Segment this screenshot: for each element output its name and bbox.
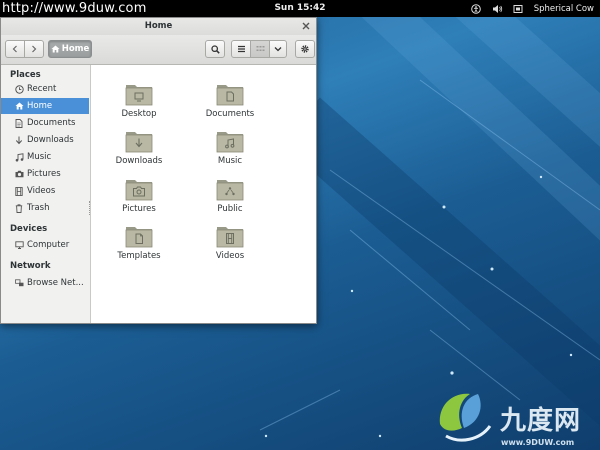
trash-icon: [14, 203, 24, 213]
folder-public-icon: [216, 180, 244, 201]
download-icon: [14, 135, 24, 145]
sidebar-item-label: Computer: [27, 240, 70, 250]
accessibility-icon[interactable]: [471, 3, 482, 14]
list-view-button[interactable]: [231, 40, 251, 58]
sidebar-item-music[interactable]: Music: [1, 149, 89, 165]
sidebar-item-recent[interactable]: Recent: [1, 81, 89, 97]
sidebar-item-label: Music: [27, 152, 52, 162]
file-manager-window: Home Home Places Recent Home Documents D…: [0, 17, 317, 324]
computer-icon: [14, 240, 24, 250]
folder-pictures[interactable]: Pictures: [104, 177, 174, 223]
home-icon: [51, 45, 60, 53]
sidebar-item-label: Videos: [27, 186, 56, 196]
view-options-button[interactable]: [269, 40, 287, 58]
chevron-left-icon: [12, 45, 17, 53]
sidebar-item-documents[interactable]: Documents: [1, 115, 89, 131]
file-label: Templates: [117, 251, 161, 261]
forward-button[interactable]: [24, 40, 44, 58]
close-window-button[interactable]: [300, 20, 312, 32]
path-bar-home-button[interactable]: Home: [48, 40, 92, 58]
back-button[interactable]: [5, 40, 25, 58]
sidebar-item-label: Home: [27, 101, 53, 111]
folder-music-icon: [216, 132, 244, 153]
folder-pictures-icon: [125, 180, 153, 201]
watermark-logo-text: 九度网: [500, 406, 582, 436]
file-label: Music: [217, 156, 243, 166]
file-view: Desktop Documents Downloads Music Pictur…: [91, 65, 316, 323]
close-icon: [302, 22, 310, 30]
folder-downloads-icon: [125, 132, 153, 153]
sidebar-item-home[interactable]: Home: [1, 98, 89, 114]
sidebar-item-pictures[interactable]: Pictures: [1, 166, 89, 182]
folder-downloads[interactable]: Downloads: [104, 129, 174, 175]
toolbar: Home: [1, 35, 316, 65]
top-panel: http://www.9duw.com Sun 15:42 Spherical …: [0, 0, 600, 17]
search-icon: [210, 44, 220, 54]
sidebar-item-label: Browse Net...: [27, 278, 84, 288]
clock-label: Sun 15:42: [274, 3, 326, 13]
sidebar-item-downloads[interactable]: Downloads: [1, 132, 89, 148]
user-icon[interactable]: [513, 3, 524, 14]
chevron-right-icon: [32, 45, 37, 53]
folder-music[interactable]: Music: [195, 129, 265, 175]
path-bar-home-label: Home: [61, 44, 90, 54]
file-label: Public: [217, 204, 243, 214]
folder-documents-icon: [216, 85, 244, 106]
film-icon: [14, 186, 24, 196]
music-icon: [14, 152, 24, 162]
folder-documents[interactable]: Documents: [195, 82, 265, 128]
sidebar-item-label: Trash: [27, 203, 50, 213]
sidebar-item-browse-network[interactable]: Browse Net...: [1, 275, 89, 291]
folder-templates-icon: [125, 227, 153, 248]
sidebar-item-trash[interactable]: Trash: [1, 200, 89, 216]
file-label: Pictures: [122, 204, 156, 214]
grid-icon: [256, 46, 264, 51]
folder-videos-icon: [216, 227, 244, 248]
folder-desktop[interactable]: Desktop: [104, 82, 174, 128]
window-titlebar[interactable]: Home: [1, 18, 316, 35]
sidebar: Places Recent Home Documents Downloads M…: [1, 65, 91, 323]
network-heading: Network: [10, 261, 51, 271]
home-icon: [14, 101, 24, 111]
settings-button[interactable]: [295, 40, 315, 58]
sidebar-item-label: Documents: [27, 118, 76, 128]
sidebar-item-label: Recent: [27, 84, 57, 94]
window-title: Home: [144, 21, 173, 31]
watermark-logo-url: www.9DUW.com: [501, 438, 575, 447]
folder-templates[interactable]: Templates: [104, 224, 174, 270]
sidebar-item-label: Downloads: [27, 135, 74, 145]
folder-public[interactable]: Public: [195, 177, 265, 223]
sidebar-item-computer[interactable]: Computer: [1, 237, 89, 253]
grid-view-button[interactable]: [250, 40, 270, 58]
file-label: Documents: [205, 109, 255, 119]
system-tray: Spherical Cow: [471, 0, 594, 17]
volume-icon[interactable]: [492, 3, 503, 14]
document-icon: [14, 118, 24, 128]
search-button[interactable]: [205, 40, 225, 58]
folder-desktop-icon: [125, 85, 153, 106]
chevron-down-icon: [274, 47, 282, 52]
folder-videos[interactable]: Videos: [195, 224, 265, 270]
places-heading: Places: [10, 70, 41, 80]
list-icon: [237, 45, 245, 53]
sidebar-item-label: Pictures: [27, 169, 61, 179]
file-label: Downloads: [115, 156, 163, 166]
user-menu[interactable]: Spherical Cow: [534, 4, 594, 14]
camera-icon: [14, 169, 24, 179]
file-label: Desktop: [121, 109, 157, 119]
gear-icon: [301, 45, 309, 53]
sidebar-item-videos[interactable]: Videos: [1, 183, 89, 199]
file-label: Videos: [215, 251, 245, 261]
clock-icon: [14, 84, 24, 94]
devices-heading: Devices: [10, 224, 48, 234]
network-icon: [14, 278, 24, 288]
